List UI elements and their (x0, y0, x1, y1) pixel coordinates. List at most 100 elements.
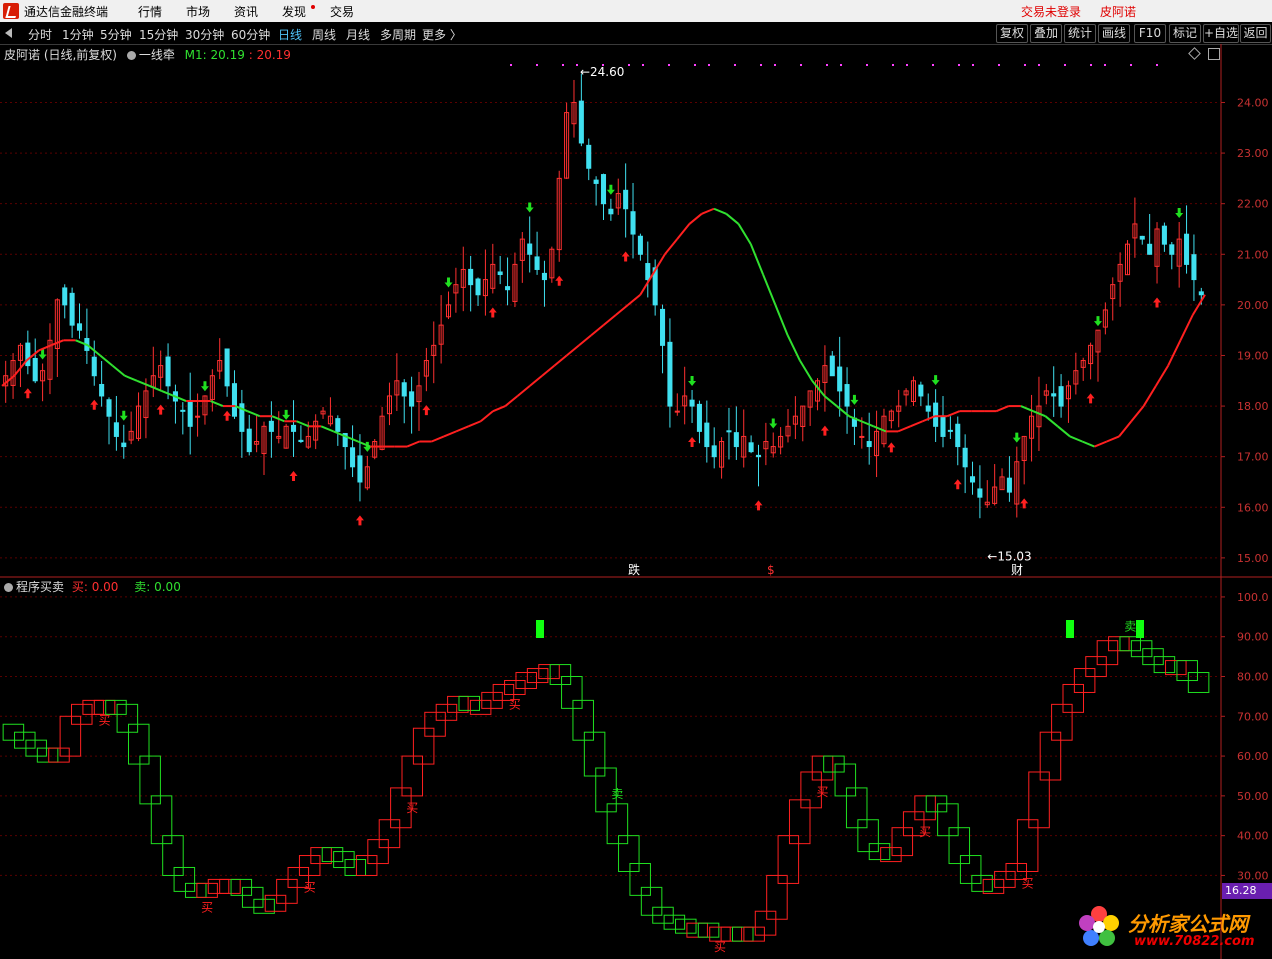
event-dot (668, 64, 670, 66)
sub-y-tick: 80.00 (1237, 671, 1269, 684)
signal-box (891, 827, 914, 857)
signal-box (116, 703, 139, 733)
candle-body (962, 447, 968, 468)
signal-box (458, 695, 481, 711)
buy-arrow-icon (422, 405, 431, 416)
event-dot (892, 64, 894, 66)
signal-box (743, 926, 765, 942)
sell-arrow-icon (282, 409, 291, 420)
signal-box (321, 847, 344, 863)
event-dot (694, 64, 696, 66)
signal-bar (536, 620, 544, 638)
signal-box (196, 882, 218, 898)
sub-y-tick: 50.00 (1237, 790, 1269, 803)
sell-arrow-icon (931, 375, 940, 386)
candle-body (844, 384, 850, 407)
signal-box (1062, 683, 1085, 713)
signal-box (469, 699, 492, 715)
signal-label: 买 (509, 697, 521, 711)
signal-box (298, 855, 321, 876)
event-dot (774, 64, 776, 66)
ma-line-segment (578, 334, 592, 347)
signal-box (640, 886, 663, 916)
chart-svg[interactable]: 24.00 23.00 22.00 21.00 20.00 19.00 18.00 17.00… (0, 0, 1272, 959)
signal-box (139, 755, 161, 805)
ma-line-segment (455, 425, 469, 433)
event-dot (628, 64, 630, 66)
candle-body (837, 366, 843, 392)
ma-line-segment (811, 380, 826, 397)
sub-y-tick: 30.00 (1237, 869, 1269, 882)
signal-box (173, 866, 196, 892)
signal-box (845, 787, 868, 829)
signal-box (367, 839, 389, 865)
candle-body (268, 420, 274, 432)
event-dot (800, 64, 802, 66)
signal-box (1096, 640, 1119, 666)
signal-box (1119, 636, 1141, 652)
ma-line-segment (529, 374, 543, 387)
candle-body (674, 410, 680, 413)
signal-box (48, 747, 70, 763)
candle-body (925, 405, 931, 412)
signal-label: 买 (817, 785, 829, 799)
event-dot (1130, 64, 1132, 66)
signal-box (526, 668, 549, 684)
ma-line-segment (946, 410, 960, 418)
signal-box (937, 803, 959, 837)
candle-body (623, 189, 629, 210)
ma-line-segment (737, 223, 752, 245)
event-dot (998, 64, 1000, 66)
ma-line-segment (553, 354, 568, 367)
signal-box (378, 819, 401, 849)
candle-body (755, 454, 762, 458)
ma-line-segment (406, 440, 420, 448)
signal-box (834, 763, 857, 797)
event-dot (602, 64, 604, 66)
ma-line-segment (1130, 405, 1145, 422)
main-y-tick: 17.00 (1237, 451, 1269, 464)
event-dot (1024, 64, 1026, 66)
main-y-tick: 20.00 (1237, 299, 1269, 312)
signal-box (1051, 703, 1073, 741)
signal-box (1187, 672, 1210, 693)
main-y-tick: 16.00 (1237, 501, 1269, 514)
ma-line-segment (468, 420, 482, 428)
candle-body (969, 476, 976, 483)
candle-body (468, 268, 474, 286)
signal-box (709, 926, 731, 942)
ma-line-segment (1167, 339, 1182, 367)
watermark-name: 分析家公式网 (1128, 912, 1248, 936)
candle-body (350, 447, 356, 468)
signal-box (788, 799, 811, 845)
signal-label: 卖 (611, 787, 623, 801)
signal-label: 买 (304, 880, 316, 894)
candle-body (246, 428, 252, 453)
ma-line-segment (786, 334, 801, 361)
ma-line-segment (480, 410, 494, 423)
ma-line-segment (615, 304, 629, 316)
candle-body (1191, 254, 1197, 281)
buy-arrow-icon (488, 307, 497, 318)
ma-line-segment (320, 425, 334, 433)
candle-body (497, 271, 503, 276)
signal-label: 买 (714, 940, 726, 954)
ma-line-segment (504, 395, 519, 407)
ma-line-segment (651, 253, 666, 276)
candle-body (696, 403, 702, 432)
candle-body (578, 100, 584, 144)
candle-body (1058, 386, 1064, 407)
signal-box (127, 723, 150, 765)
candle-body (357, 455, 363, 483)
signal-box (93, 699, 116, 715)
buy-arrow-icon (1086, 393, 1095, 404)
candle-body (290, 424, 297, 432)
ma-line-segment (1191, 294, 1206, 316)
signal-bar (1136, 620, 1144, 638)
main-y-tick: 24.00 (1237, 96, 1269, 109)
ma-line-segment (1106, 435, 1120, 443)
ma-line-segment (271, 415, 285, 423)
signal-box (697, 922, 720, 938)
candle-body (106, 399, 112, 417)
candle-body (231, 383, 238, 417)
